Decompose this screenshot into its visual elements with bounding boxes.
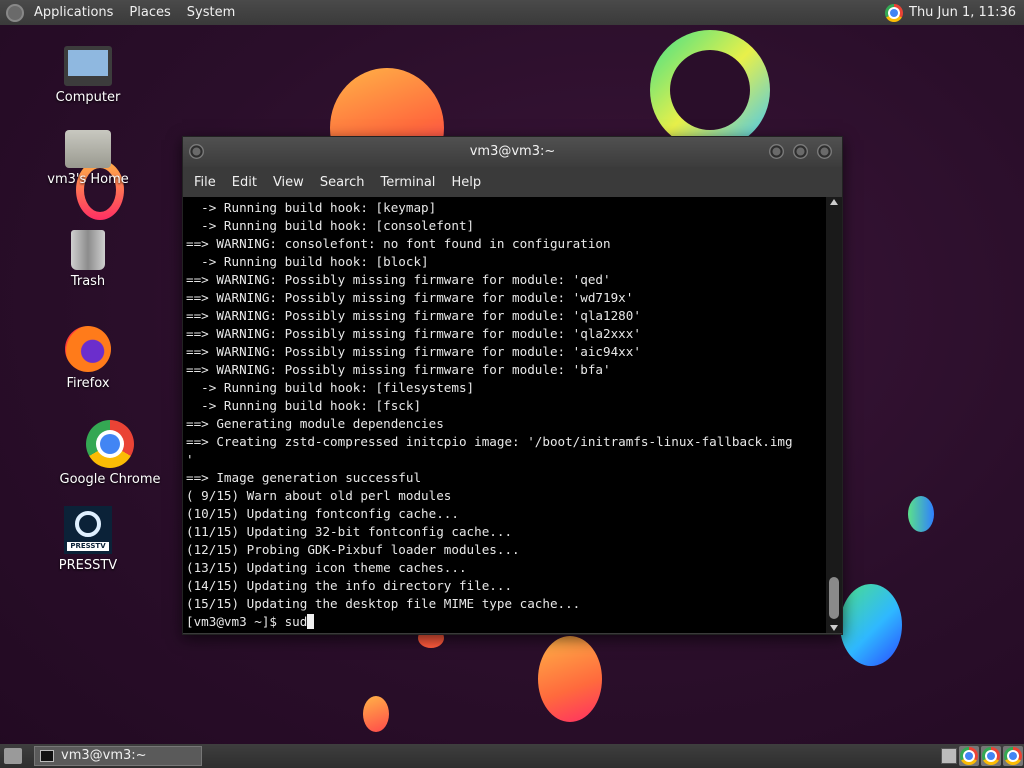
presstv-icon — [64, 506, 112, 554]
menu-terminal[interactable]: Terminal — [373, 175, 443, 190]
desktop-icon-label: PRESSTV — [58, 558, 118, 573]
desktop-icon-home[interactable]: vm3's Home — [38, 130, 138, 187]
taskbar-item-terminal[interactable]: vm3@vm3:~ — [34, 746, 202, 766]
menu-edit[interactable]: Edit — [225, 175, 265, 190]
wallpaper-shape — [840, 584, 902, 666]
desktop-icon-presstv[interactable]: PRESSTV — [38, 506, 138, 573]
chrome-icon[interactable] — [885, 3, 903, 22]
show-desktop-icon[interactable] — [4, 748, 22, 764]
terminal-output: -> Running build hook: [keymap] -> Runni… — [186, 200, 793, 611]
chrome-icon — [960, 747, 978, 765]
taskbar-item-label: vm3@vm3:~ — [61, 748, 147, 763]
wallpaper-ring — [650, 30, 770, 150]
firefox-icon — [65, 326, 111, 372]
desktop-icon-label: Firefox — [66, 376, 110, 391]
clock[interactable]: Thu Jun 1, 11:36 — [909, 5, 1016, 20]
chrome-icon — [1004, 747, 1022, 765]
computer-icon — [64, 46, 112, 86]
workspace-switcher[interactable] — [941, 748, 957, 764]
menu-view[interactable]: View — [266, 175, 312, 190]
desktop-icon-firefox[interactable]: Firefox — [38, 326, 138, 391]
scroll-down-arrow-icon[interactable] — [830, 625, 838, 631]
desktop-icon-label: Google Chrome — [59, 472, 161, 487]
terminal-window[interactable]: vm3@vm3:~ File Edit View Search Terminal… — [182, 136, 843, 635]
maximize-button[interactable] — [793, 144, 808, 159]
menu-places[interactable]: Places — [121, 0, 178, 25]
trash-icon — [71, 230, 105, 270]
desktop-icon-label: vm3's Home — [47, 172, 129, 187]
terminal-icon — [40, 750, 54, 762]
terminal-prompt-line[interactable]: [vm3@vm3 ~]$ sud — [183, 613, 826, 631]
bottom-panel: vm3@vm3:~ — [0, 744, 1024, 768]
desktop: Computer vm3's Home Trash Firefox Google… — [0, 0, 1024, 768]
scroll-up-arrow-icon[interactable] — [830, 199, 838, 205]
chrome-icon — [86, 420, 134, 468]
terminal-output-area[interactable]: -> Running build hook: [keymap] -> Runni… — [183, 197, 826, 633]
desktop-icon-label: Trash — [70, 274, 106, 289]
desktop-icon-computer[interactable]: Computer — [38, 46, 138, 105]
menu-system[interactable]: System — [179, 0, 243, 25]
applications-menu-icon[interactable] — [6, 3, 24, 22]
wallpaper-shape — [538, 636, 602, 722]
terminal-cursor — [307, 614, 315, 629]
taskbar-chrome-button[interactable] — [959, 746, 979, 766]
top-panel: Applications Places System Thu Jun 1, 11… — [0, 0, 1024, 25]
minimize-button[interactable] — [769, 144, 784, 159]
close-button[interactable] — [817, 144, 832, 159]
menu-file[interactable]: File — [187, 175, 224, 190]
desktop-icon-chrome[interactable]: Google Chrome — [50, 420, 170, 487]
taskbar-chrome-button[interactable] — [981, 746, 1001, 766]
wallpaper-shape — [363, 696, 389, 732]
terminal-menubar: File Edit View Search Terminal Help — [183, 167, 842, 197]
terminal-scrollbar[interactable] — [826, 197, 842, 633]
window-titlebar[interactable]: vm3@vm3:~ — [183, 137, 842, 167]
desktop-icon-trash[interactable]: Trash — [38, 230, 138, 289]
chrome-icon — [982, 747, 1000, 765]
wallpaper-shape — [908, 496, 934, 532]
scrollbar-thumb[interactable] — [829, 577, 839, 619]
panel-right-area: Thu Jun 1, 11:36 — [885, 0, 1016, 25]
terminal-prompt: [vm3@vm3 ~]$ — [186, 614, 285, 629]
desktop-icon-label: Computer — [55, 90, 121, 105]
menu-search[interactable]: Search — [313, 175, 373, 190]
window-title: vm3@vm3:~ — [469, 144, 556, 159]
terminal-input[interactable]: sud — [285, 614, 308, 629]
home-folder-icon — [65, 130, 111, 168]
menu-help[interactable]: Help — [444, 175, 489, 190]
taskbar-chrome-button[interactable] — [1003, 746, 1023, 766]
window-menu-button[interactable] — [189, 144, 204, 159]
menu-applications[interactable]: Applications — [26, 0, 121, 25]
